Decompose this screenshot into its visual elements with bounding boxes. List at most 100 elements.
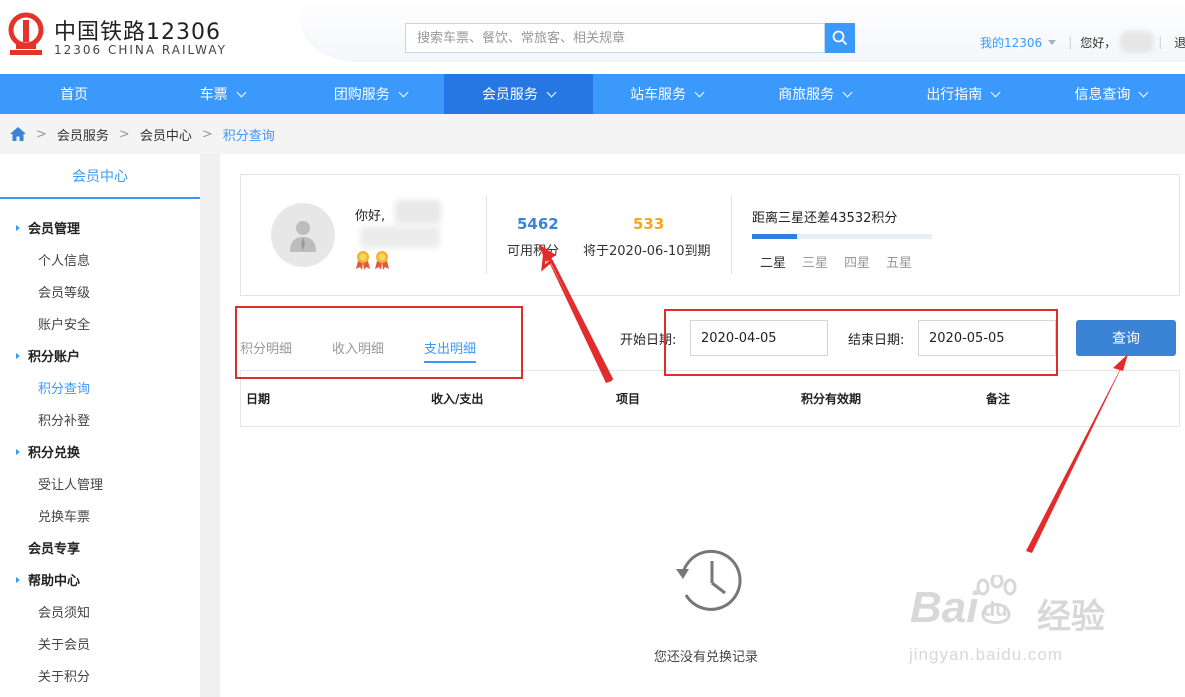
sidebar-group-label: 帮助中心 (28, 574, 81, 589)
nav-label: 商旅服务 (778, 87, 835, 103)
blurred-info (360, 226, 440, 248)
logo-subtitle: 12306 CHINA RAILWAY (54, 43, 227, 57)
sidebar-group-member-exclusive[interactable]: 会员专享 (28, 538, 80, 557)
nav-info-query[interactable]: 信息查询 (1037, 74, 1185, 114)
triangle-right-icon (16, 224, 20, 231)
chevron-down-icon (990, 87, 1001, 97)
sidebar-item-exchange-tickets[interactable]: 兑换车票 (38, 506, 90, 525)
history-clock-icon (676, 549, 742, 611)
level-three-star: 三星 (802, 256, 829, 271)
level-four-star: 四星 (844, 256, 871, 271)
star-levels: 二星 三星 四星 五星 (760, 252, 928, 271)
sidebar-title[interactable]: 会员中心 (0, 154, 200, 199)
available-points-value: 5462 (517, 215, 559, 233)
sidebar-item-account-security[interactable]: 账户安全 (38, 314, 90, 333)
sidebar-item-about-member[interactable]: 关于会员 (38, 634, 90, 653)
breadcrumb-current: 积分查询 (222, 128, 275, 144)
main-nav: 首页 车票 团购服务 会员服务 站车服务 商旅服务 出行指南 信息查询 (0, 74, 1185, 114)
header: 中国铁路12306 12306 CHINA RAILWAY 我的12306 | … (0, 0, 1185, 74)
expiring-points-value: 533 (633, 215, 665, 233)
sidebar-item-member-notice[interactable]: 会员须知 (38, 602, 90, 621)
nav-home[interactable]: 首页 (0, 74, 148, 114)
top-links: 我的12306 | 您好， | 退出 (980, 31, 1185, 53)
nav-tickets[interactable]: 车票 (148, 74, 296, 114)
nav-label: 车票 (199, 87, 228, 103)
search-button[interactable] (825, 23, 855, 53)
column-date: 日期 (246, 392, 271, 406)
hello-text: 您好， (1080, 35, 1117, 50)
sidebar-group-help-center[interactable]: 帮助中心 (16, 570, 80, 589)
chevron-down-icon (546, 87, 557, 97)
chevron-down-icon (236, 87, 247, 97)
breadcrumb-member-center[interactable]: 会员中心 (140, 125, 192, 144)
sidebar-item-points-query[interactable]: 积分查询 (38, 378, 90, 397)
nav-label: 会员服务 (481, 87, 538, 103)
greeting: 你好, (355, 209, 386, 224)
search-icon (832, 30, 848, 46)
home-icon[interactable] (10, 127, 26, 141)
avatar (271, 203, 335, 267)
sidebar-item-personal-info[interactable]: 个人信息 (38, 250, 90, 269)
sidebar-group-label: 会员管理 (28, 222, 81, 237)
column-item: 项目 (616, 392, 641, 406)
sidebar-item-about-points[interactable]: 关于积分 (38, 666, 90, 685)
expiring-points-label: 将于2020-06-10到期 (583, 244, 711, 259)
nav-label: 信息查询 (1074, 87, 1131, 103)
star-progress-fill (752, 234, 797, 239)
watermark-brand: Bai (910, 583, 979, 632)
blurred-name (395, 200, 441, 224)
medal-icon (356, 251, 370, 270)
available-points-label: 可用积分 (507, 244, 560, 259)
column-income-expense: 收入/支出 (431, 392, 484, 406)
nav-label: 站车服务 (630, 87, 687, 103)
annotation-box-tabs (235, 306, 523, 379)
nav-label: 团购服务 (333, 87, 390, 103)
chevron-down-icon (1138, 87, 1149, 97)
breadcrumb-separator: > (36, 126, 47, 142)
divider (486, 196, 487, 274)
sidebar-group-points-exchange[interactable]: 积分兑换 (16, 442, 80, 461)
breadcrumb-separator: > (201, 126, 213, 142)
star-progress-text: 距离三星还差43532积分 (752, 211, 898, 226)
sidebar-item-transferee-management[interactable]: 受让人管理 (38, 474, 103, 493)
triangle-right-icon (16, 448, 20, 455)
search-input[interactable] (406, 24, 824, 52)
breadcrumb: > 会员服务 > 会员中心 > 积分查询 (0, 114, 1185, 154)
sidebar-group-member-management[interactable]: 会员管理 (16, 218, 80, 237)
divider: | (1158, 35, 1163, 49)
breadcrumb-member-service[interactable]: 会员服务 (57, 125, 109, 144)
sidebar-item-points-makeup[interactable]: 积分补登 (38, 410, 90, 429)
nav-station-service[interactable]: 站车服务 (593, 74, 741, 114)
chevron-down-icon (842, 87, 853, 97)
watermark-cn: 经验 (1037, 598, 1105, 636)
nav-group-buy[interactable]: 团购服务 (296, 74, 444, 114)
level-five-star: 五星 (886, 256, 913, 271)
logo-title[interactable]: 中国铁路12306 (54, 14, 221, 46)
medal-icon (375, 251, 389, 270)
nav-member-service[interactable]: 会员服务 (444, 74, 593, 114)
nav-business-travel[interactable]: 商旅服务 (741, 74, 889, 114)
query-button[interactable]: 查询 (1076, 320, 1176, 356)
search-box (405, 23, 825, 53)
sidebar-item-member-level[interactable]: 会员等级 (38, 282, 90, 301)
chevron-down-icon (398, 87, 409, 97)
nav-label: 首页 (60, 87, 89, 103)
triangle-right-icon (16, 576, 20, 583)
breadcrumb-separator: > (118, 126, 130, 142)
railway-logo-icon (8, 12, 44, 55)
divider: | (1068, 35, 1073, 49)
my12306-link[interactable]: 我的12306 (980, 34, 1042, 51)
baidu-watermark: Bai du 经验 jingyan.baidu.com (905, 575, 1125, 675)
chevron-down-icon[interactable] (1048, 39, 1057, 45)
watermark-du: du (983, 599, 1008, 621)
chevron-down-icon (694, 87, 705, 97)
sidebar-group-points-account[interactable]: 积分账户 (16, 346, 80, 365)
level-two-star: 二星 (760, 256, 787, 271)
logout-link[interactable]: 退出 (1174, 34, 1185, 51)
nav-travel-guide[interactable]: 出行指南 (889, 74, 1037, 114)
annotation-box-dates (664, 309, 1058, 376)
star-progress-bar (752, 234, 932, 239)
divider (731, 196, 732, 274)
triangle-right-icon (16, 352, 20, 359)
sidebar-group-label: 积分兑换 (28, 446, 81, 461)
